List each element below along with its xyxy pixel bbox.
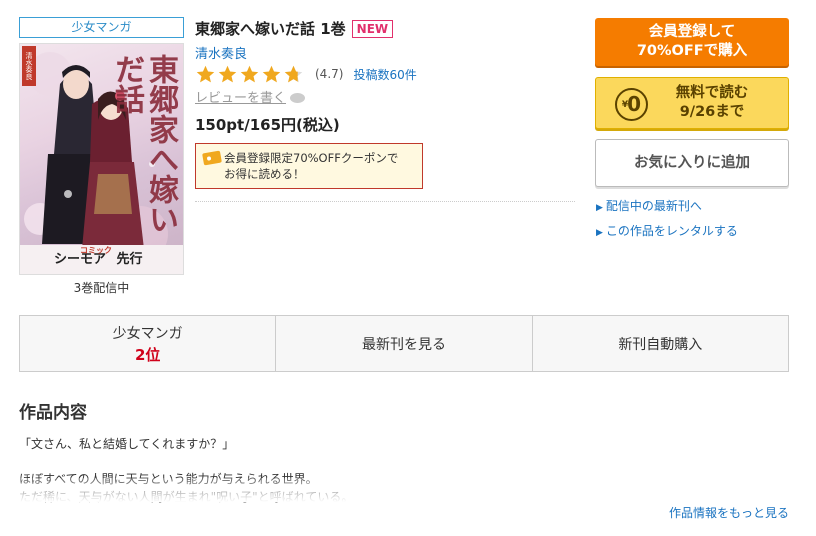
latest-volume-label: 配信中の最新刊へ <box>605 199 702 213</box>
latest-volume-link[interactable]: ▶ 配信中の最新刊へ <box>596 197 702 214</box>
tab-latest-volume[interactable]: 最新刊を見る <box>276 316 533 371</box>
more-info-link[interactable]: 作品情報をもっと見る <box>669 504 789 521</box>
speech-bubble-icon <box>290 93 306 103</box>
description-line-1: 「文さん、私と結婚してくれますか？」 <box>19 437 235 451</box>
star-full-icon <box>262 65 281 82</box>
rating-stars: (4.7) 投稿数60件 <box>195 63 417 85</box>
ranking-value: 2位 <box>134 345 161 364</box>
free-line-1: 無料で読む <box>675 85 749 101</box>
author-link[interactable]: 清水奏良 <box>195 43 247 62</box>
triangle-right-icon: ▶ <box>596 203 603 213</box>
yen-coin-icon: ¥0 <box>615 88 648 121</box>
cover-side-tag: 清水奏良 <box>22 46 36 86</box>
rating-value: (4.7) <box>315 67 344 81</box>
description-fade <box>0 478 640 502</box>
register-line-2: 70%OFFで購入 <box>636 43 748 59</box>
coupon-ticket-icon <box>202 150 222 166</box>
add-favorite-button[interactable]: お気に入りに追加 <box>595 139 789 187</box>
price: 150pt/165円(税込) <box>195 116 340 134</box>
star-partial-icon <box>284 65 303 82</box>
volume-note: 3巻配信中 <box>73 281 130 295</box>
write-review-label: レビューを書く <box>195 91 287 106</box>
tab-auto-purchase[interactable]: 新刊自動購入 <box>533 316 788 371</box>
cover-brand-suffix: 先行 <box>116 252 143 267</box>
rental-label: この作品をレンタルする <box>605 224 738 238</box>
coupon-notice: 会員登録限定70%OFFクーポンで お得に読める！ <box>195 143 423 189</box>
description-heading: 作品内容 <box>19 403 87 423</box>
triangle-right-icon: ▶ <box>596 228 603 238</box>
cover-brand: コミック シーモア 先行 <box>20 245 183 274</box>
ranking-label: 少女マンガ <box>112 325 183 342</box>
book-title-text: 東郷家へ嫁いだ話 1巻 <box>195 20 346 38</box>
register-purchase-button[interactable]: 会員登録して 70%OFFで購入 <box>595 18 789 66</box>
tab-auto-label: 新刊自動購入 <box>618 336 703 353</box>
star-full-icon <box>240 65 259 82</box>
coupon-line-2: お得に読める！ <box>224 167 305 181</box>
free-read-button[interactable]: ¥0 無料で読む 9/26まで <box>595 77 789 129</box>
register-line-1: 会員登録して <box>648 24 736 40</box>
star-full-icon <box>196 65 215 82</box>
divider <box>195 201 575 202</box>
action-tabs: 少女マンガ 2位 最新刊を見る 新刊自動購入 <box>19 315 789 372</box>
review-count-link[interactable]: 投稿数60件 <box>353 66 416 83</box>
free-line-2: 9/26まで <box>679 104 745 120</box>
star-full-icon <box>218 65 237 82</box>
tab-ranking[interactable]: 少女マンガ 2位 <box>20 316 277 371</box>
free-amount: 0 <box>627 92 642 116</box>
cover-brand-small: コミック <box>80 246 112 255</box>
category-tag[interactable]: 少女マンガ <box>19 17 184 38</box>
new-badge: NEW <box>351 20 394 38</box>
coupon-line-1: 会員登録限定70%OFFクーポンで <box>224 151 399 165</box>
book-cover[interactable]: 清水奏良 東郷家へ嫁いだ話 コミック シーモア 先行 <box>19 43 184 275</box>
tab-latest-label: 最新刊を見る <box>361 336 446 353</box>
write-review-link[interactable]: レビューを書く <box>195 87 306 106</box>
book-title: 東郷家へ嫁いだ話 1巻 NEW <box>195 18 394 39</box>
rental-link[interactable]: ▶ この作品をレンタルする <box>596 222 738 239</box>
cover-title-art: 東郷家へ嫁いだ話 <box>109 54 178 234</box>
